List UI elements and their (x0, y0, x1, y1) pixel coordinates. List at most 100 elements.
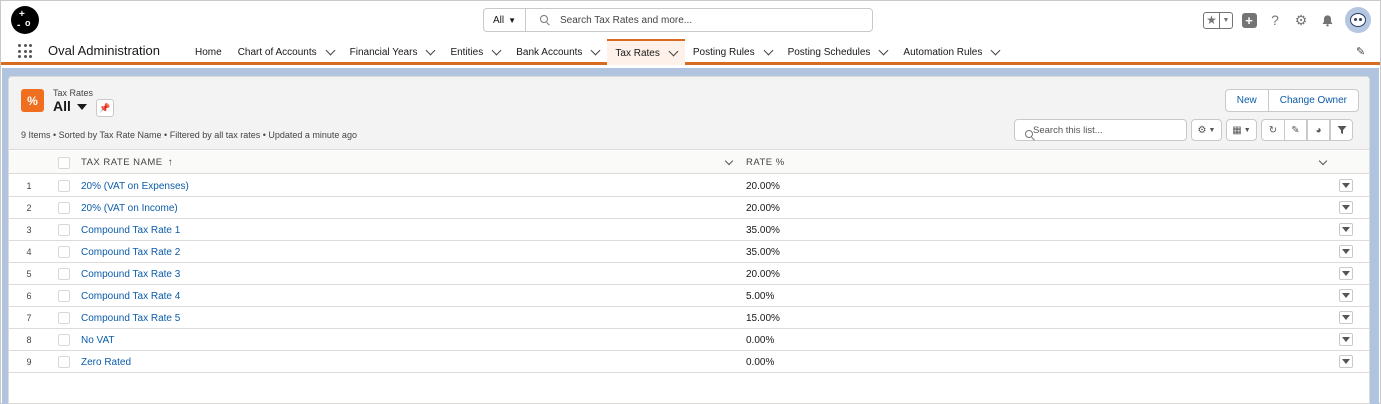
tax-rate-name-link[interactable]: Compound Tax Rate 3 (81, 263, 180, 285)
table-row: 9 Zero Rated 0.00% (9, 351, 1369, 373)
list-search-input[interactable]: Search this list... (1014, 119, 1187, 141)
column-header-name[interactable]: TAX RATE NAME ↑ (81, 151, 173, 174)
chevron-down-icon[interactable] (590, 45, 601, 55)
row-actions-button[interactable] (1339, 333, 1353, 346)
new-button[interactable]: New (1224, 89, 1268, 112)
user-avatar[interactable] (1345, 7, 1371, 33)
caret-down-icon (1342, 205, 1350, 210)
nav-tab-tax-rates[interactable]: Tax Rates (607, 39, 685, 65)
tax-rate-value: 20.00% (746, 268, 780, 280)
pin-icon: 📌 (99, 102, 111, 113)
chevron-down-icon[interactable] (325, 45, 336, 55)
nav-tab-automation-rules[interactable]: Automation Rules (895, 39, 1007, 65)
row-actions-button[interactable] (1339, 201, 1353, 214)
table-header: TAX RATE NAME ↑ RATE % (9, 151, 1369, 174)
table-row: 6 Compound Tax Rate 4 5.00% (9, 285, 1369, 307)
row-checkbox[interactable] (58, 219, 70, 241)
favorites-button[interactable]: ★ ▼ (1203, 11, 1233, 29)
gear-icon: ⚙ (1294, 11, 1308, 28)
question-icon: ? (1271, 12, 1279, 28)
row-actions-button[interactable] (1339, 223, 1353, 236)
column-header-rate[interactable]: RATE % (746, 151, 785, 174)
chevron-down-icon[interactable] (668, 46, 679, 56)
column-rate-menu[interactable] (1318, 151, 1328, 174)
tax-rate-name-link[interactable]: Compound Tax Rate 5 (81, 307, 180, 329)
pin-list-view-button[interactable]: 📌 (96, 99, 114, 117)
help-button[interactable]: ? (1265, 10, 1285, 30)
row-actions-button[interactable] (1339, 179, 1353, 192)
row-actions-button[interactable] (1339, 355, 1353, 368)
favorites-dropdown-icon[interactable]: ▼ (1220, 13, 1232, 28)
app-navigation: Oval Administration Home Chart of Account… (1, 39, 1380, 65)
app-launcher-icon[interactable] (18, 44, 32, 58)
table-row: 8 No VAT 0.00% (9, 329, 1369, 351)
tax-rate-name-link[interactable]: 20% (VAT on Income) (81, 197, 178, 219)
row-actions-button[interactable] (1339, 311, 1353, 324)
column-name-menu[interactable] (724, 151, 734, 174)
row-actions-button[interactable] (1339, 245, 1353, 258)
row-checkbox[interactable] (58, 329, 70, 351)
avatar-face-icon (1350, 13, 1366, 27)
tax-rate-name-link[interactable]: 20% (VAT on Expenses) (81, 175, 189, 197)
chevron-down-icon[interactable] (990, 45, 1001, 55)
row-checkbox[interactable] (58, 307, 70, 329)
caret-down-icon (1342, 359, 1350, 364)
search-scope-select[interactable]: All ▼ (483, 8, 525, 32)
row-checkbox[interactable] (58, 241, 70, 263)
tax-rate-name-link[interactable]: No VAT (81, 329, 115, 351)
nav-tab-label: Financial Years (349, 46, 418, 58)
row-checkbox[interactable] (58, 263, 70, 285)
filter-icon (1337, 126, 1346, 134)
caret-down-icon (1342, 271, 1350, 276)
chevron-down-icon[interactable] (426, 45, 436, 55)
tax-rate-name-link[interactable]: Compound Tax Rate 2 (81, 241, 180, 263)
global-search-input[interactable]: Search Tax Rates and more... (525, 8, 873, 32)
display-as-button[interactable]: ▦ ▼ (1226, 119, 1257, 141)
caret-down-icon: ▼ (1208, 126, 1216, 134)
chevron-down-icon[interactable] (491, 45, 502, 55)
caret-down-icon: ▼ (508, 15, 517, 25)
global-actions-button[interactable]: + (1239, 10, 1259, 30)
nav-tab-home[interactable]: Home (187, 39, 230, 65)
org-logo[interactable]: + - o (11, 6, 39, 34)
row-checkbox[interactable] (58, 285, 70, 307)
notifications-button[interactable] (1317, 10, 1337, 30)
tax-rate-name-link[interactable]: Compound Tax Rate 1 (81, 219, 180, 241)
row-actions-button[interactable] (1339, 267, 1353, 280)
select-all-checkbox[interactable] (58, 151, 70, 174)
chevron-down-icon[interactable] (878, 45, 889, 55)
row-actions-button[interactable] (1339, 289, 1353, 302)
nav-tab-chart-of-accounts[interactable]: Chart of Accounts (230, 39, 342, 65)
change-owner-button[interactable]: Change Owner (1267, 89, 1359, 112)
row-number: 5 (26, 269, 32, 279)
nav-tab-posting-rules[interactable]: Posting Rules (685, 39, 780, 65)
nav-tab-financial-years[interactable]: Financial Years (342, 39, 443, 65)
list-view-picker[interactable]: All (53, 98, 87, 114)
edit-nav-icon[interactable]: ✎ (1356, 45, 1368, 58)
chevron-down-icon[interactable] (763, 45, 774, 55)
nav-tab-label: Bank Accounts (516, 46, 583, 58)
nav-tabs: Home Chart of Accounts Financial Years Enti… (187, 39, 1007, 65)
row-checkbox[interactable] (58, 351, 70, 373)
tax-rate-name-link[interactable]: Zero Rated (81, 351, 131, 373)
nav-tab-label: Home (195, 46, 222, 58)
row-number: 6 (26, 291, 32, 301)
filters-button[interactable] (1330, 119, 1353, 141)
nav-tab-entities[interactable]: Entities (442, 39, 508, 65)
tax-rate-value: 20.00% (746, 180, 780, 192)
object-label: Tax Rates (53, 88, 94, 98)
edit-list-button[interactable]: ✎ (1284, 119, 1307, 141)
column-header-rate-label: RATE % (746, 157, 785, 168)
tax-rate-name-link[interactable]: Compound Tax Rate 4 (81, 285, 180, 307)
row-checkbox[interactable] (58, 197, 70, 219)
charts-button[interactable]: ◕ (1307, 119, 1330, 141)
setup-button[interactable]: ⚙ (1291, 10, 1311, 30)
refresh-button[interactable]: ↻ (1261, 119, 1284, 141)
list-view-header: % Tax Rates All 📌 9 Items • Sorted by Ta… (9, 77, 1369, 150)
list-view-controls-button[interactable]: ⚙ ▼ (1191, 119, 1222, 141)
star-icon[interactable]: ★ (1204, 12, 1220, 28)
main-content: % Tax Rates All 📌 9 Items • Sorted by Ta… (2, 68, 1379, 404)
row-checkbox[interactable] (58, 175, 70, 197)
nav-tab-posting-schedules[interactable]: Posting Schedules (780, 39, 896, 65)
nav-tab-bank-accounts[interactable]: Bank Accounts (508, 39, 607, 65)
